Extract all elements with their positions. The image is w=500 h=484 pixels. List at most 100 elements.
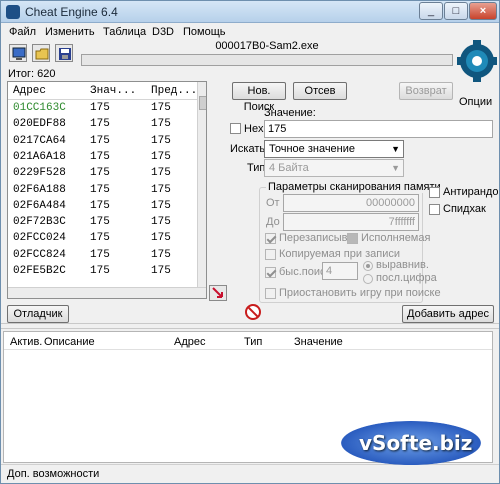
table-row[interactable]: 020EDF88 175 175	[8, 117, 198, 133]
to-label: До	[266, 216, 280, 228]
scan-type-select[interactable]: Точное значение ▼	[264, 140, 404, 158]
scan-value-input[interactable]: 175	[264, 120, 493, 138]
scan-results-list[interactable]: Адрес Знач... Пред... 01CC163C 175 175 020E…	[7, 81, 207, 299]
computer-icon	[12, 47, 26, 60]
save-button[interactable]	[55, 44, 73, 62]
menu-file[interactable]: Файл	[9, 26, 36, 38]
window-title: Cheat Engine 6.4	[25, 5, 118, 19]
options-label[interactable]: Опции	[459, 96, 492, 108]
row-previous: 175	[151, 118, 171, 131]
row-address: 02FE5B2C	[13, 265, 66, 277]
speedhack-checkbox[interactable]	[429, 204, 440, 215]
row-previous: 175	[151, 150, 171, 163]
cheat-engine-logo[interactable]	[457, 39, 497, 95]
col-address[interactable]: Адрес	[174, 336, 206, 348]
table-row[interactable]: 02FCC024 175 175	[8, 231, 198, 247]
row-previous: 175	[151, 216, 171, 229]
row-previous: 175	[151, 232, 171, 245]
from-label: От	[266, 197, 280, 209]
from-address-input[interactable]: 00000000	[283, 194, 419, 212]
row-address: 02F6A188	[13, 183, 66, 196]
row-address: 0217CA64	[13, 134, 66, 147]
writable-label: Перезаписыв.	[279, 232, 351, 244]
memory-scan-options-title: Параметры сканирования памяти	[266, 181, 443, 193]
writable-checkbox[interactable]	[265, 233, 276, 244]
unrandomizer-checkbox[interactable]	[429, 187, 440, 198]
splitter[interactable]	[1, 323, 499, 329]
row-value: 175	[90, 134, 110, 147]
add-address-button[interactable]: Добавить адрес	[402, 305, 494, 323]
results-header: Адрес Знач... Пред...	[8, 82, 198, 100]
add-to-list-button[interactable]	[209, 285, 227, 301]
col-value[interactable]: Знач...	[90, 85, 136, 97]
col-active[interactable]: Актив.	[10, 336, 42, 348]
results-vertical-scrollbar[interactable]	[197, 82, 206, 287]
table-row[interactable]: 02FCC824 175 175	[8, 248, 198, 264]
row-value: 175	[90, 265, 110, 277]
advanced-options-link[interactable]: Доп. возможности	[7, 468, 99, 480]
copy-on-write-checkbox[interactable]	[265, 249, 276, 260]
menu-d3d[interactable]: D3D	[152, 26, 174, 38]
executable-checkbox[interactable]	[347, 233, 358, 244]
debugger-button[interactable]: Отладчик	[7, 305, 69, 323]
row-previous: 175	[151, 199, 171, 212]
next-scan-button[interactable]: Отсев	[293, 82, 347, 100]
stop-scan-button[interactable]	[245, 304, 261, 320]
table-row[interactable]: 02FE5B2C 175 175	[8, 264, 198, 280]
table-row[interactable]: 01CC163C 175 175	[8, 101, 198, 117]
close-button[interactable]: ×	[469, 2, 497, 20]
status-bar: Доп. возможности	[1, 464, 499, 483]
fast-scan-checkbox[interactable]	[265, 267, 276, 278]
table-row[interactable]: 0217CA64 175 175	[8, 134, 198, 150]
col-value[interactable]: Значение	[294, 336, 343, 348]
open-file-button[interactable]	[32, 44, 50, 62]
minimize-button[interactable]: _	[419, 2, 443, 20]
table-row[interactable]: 02F6A484 175 175	[8, 199, 198, 215]
row-address: 01CC163C	[13, 102, 66, 114]
scan-type-value: Точное значение	[269, 143, 356, 155]
red-arrow-icon	[212, 287, 223, 298]
row-address: 0229F528	[13, 167, 66, 180]
found-label: Итог:	[8, 68, 35, 80]
menu-table[interactable]: Таблица	[103, 26, 146, 38]
menu-edit[interactable]: Изменить	[45, 26, 95, 38]
table-row[interactable]: 02F6A188 175 175	[8, 183, 198, 199]
fast-scan-input[interactable]: 4	[322, 262, 358, 280]
row-previous: 175	[151, 167, 171, 180]
row-previous: 175	[151, 248, 171, 261]
row-value: 175	[90, 216, 110, 229]
new-scan-button[interactable]: Нов. Поиск	[232, 82, 286, 113]
floppy-disk-icon	[59, 48, 71, 60]
main-window: Cheat Engine 6.4 _ □ × Файл Изменить Таб…	[0, 0, 500, 484]
row-previous: 175	[151, 265, 171, 277]
row-value: 175	[90, 232, 110, 245]
open-process-button[interactable]	[9, 44, 27, 62]
col-address[interactable]: Адрес	[13, 85, 46, 97]
alignment-radio[interactable]	[363, 261, 373, 271]
last-digits-radio[interactable]	[363, 274, 373, 284]
row-value: 175	[90, 118, 110, 131]
col-type[interactable]: Тип	[244, 336, 262, 348]
table-row[interactable]: 0229F528 175 175	[8, 166, 198, 182]
alignment-label: выравнив.	[376, 259, 429, 271]
scan-progress-bar	[81, 54, 453, 66]
undo-scan-button[interactable]: Возврат	[399, 82, 453, 100]
row-value: 175	[90, 167, 110, 180]
hex-label: Hex	[244, 123, 264, 135]
menu-help[interactable]: Помощь	[183, 26, 226, 38]
maximize-button[interactable]: □	[444, 2, 468, 20]
to-address-input[interactable]: 7fffffff	[283, 213, 419, 231]
hex-checkbox[interactable]	[230, 123, 241, 134]
col-previous[interactable]: Пред...	[151, 85, 197, 97]
results-scroll-thumb[interactable]	[199, 96, 206, 110]
value-type-select[interactable]: 4 Байта ▼	[264, 159, 404, 177]
table-row[interactable]: 021A6A18 175 175	[8, 150, 198, 166]
results-horizontal-scrollbar[interactable]	[8, 287, 206, 298]
row-value: 175	[90, 183, 110, 196]
speedhack-label: Спидхак	[443, 203, 486, 215]
pause-game-checkbox[interactable]	[265, 288, 276, 299]
row-value: 175	[90, 102, 110, 114]
last-digits-label: посл.цифра	[376, 272, 437, 284]
col-description[interactable]: Описание	[44, 336, 95, 348]
table-row[interactable]: 02F72B3C 175 175	[8, 215, 198, 231]
